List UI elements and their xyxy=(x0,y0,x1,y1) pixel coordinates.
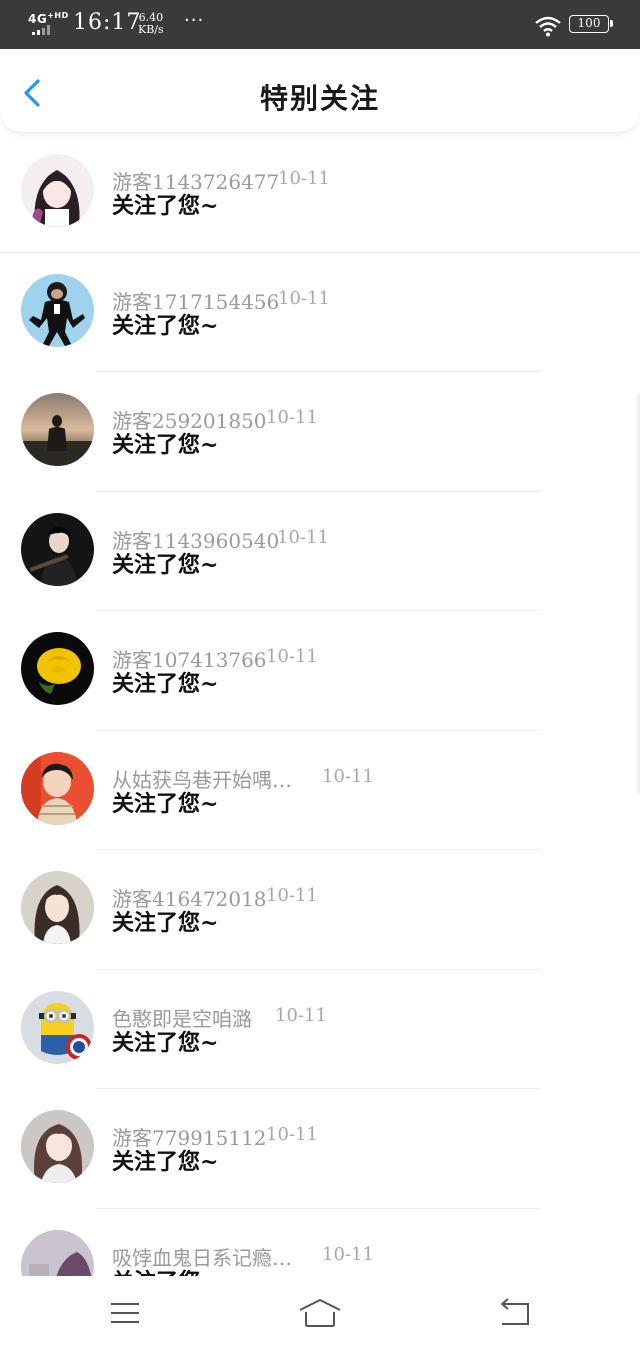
list-item[interactable]: 色憨即是空咱潞 10-11 关注了您~ xyxy=(0,970,640,1089)
list-item[interactable]: 游客1143960540 10-11 关注了您~ xyxy=(0,492,640,611)
follow-message: 关注了您~ xyxy=(112,1264,218,1277)
follow-date: 10-11 xyxy=(266,1124,318,1145)
list-item[interactable]: 游客779915112 10-11 关注了您~ xyxy=(0,1089,640,1209)
follow-message: 关注了您~ xyxy=(112,671,219,697)
list-item[interactable]: 吸饽血鬼日系记瘾… 10-11 关注了您~ xyxy=(0,1209,640,1277)
list-item[interactable]: 游客259201850 10-11 关注了您~ xyxy=(0,372,640,492)
follow-date: 10-11 xyxy=(266,407,318,428)
follow-message: 关注了您~ xyxy=(112,1149,219,1175)
follow-message: 关注了您~ xyxy=(112,790,219,817)
list-item[interactable]: 游客107413766 10-11 关注了您~ xyxy=(0,611,640,731)
status-time: 16:17 xyxy=(73,10,142,35)
list-item[interactable]: 游客1143726477 10-11 关注了您~ xyxy=(0,133,640,253)
girl-photo-avatar-icon xyxy=(21,1110,94,1183)
anime-girl-avatar-icon xyxy=(21,154,94,227)
avatar[interactable] xyxy=(21,512,94,586)
follow-date: 10-11 xyxy=(275,1004,327,1026)
dark-portrait-avatar-icon xyxy=(21,512,94,586)
status-bar: 4G+HD 16:17 6.40 KB/s ··· 100 xyxy=(0,0,640,49)
menu-icon xyxy=(111,1303,139,1323)
follow-date: 10-11 xyxy=(278,287,330,309)
avatar[interactable] xyxy=(21,393,94,466)
follow-list: 游客1143726477 10-11 关注了您~ 游客1717154456 10… xyxy=(0,133,640,1276)
list-item[interactable]: 从姑获鸟巷开始喁… 10-11 关注了您~ xyxy=(0,731,640,850)
avatar[interactable] xyxy=(21,990,94,1064)
sunset-figure-avatar-icon xyxy=(21,393,94,466)
minion-avatar-icon xyxy=(21,990,94,1064)
avatar[interactable] xyxy=(21,1229,94,1276)
follow-date: 10-11 xyxy=(266,646,318,667)
avatar[interactable] xyxy=(21,632,94,705)
monkey-avatar-icon xyxy=(21,273,94,347)
follow-date: 10-11 xyxy=(278,168,330,189)
app-header: 特别关注 xyxy=(0,49,640,133)
follow-message: 关注了您~ xyxy=(112,432,219,458)
home-icon xyxy=(299,1299,341,1327)
battery-icon: 100 xyxy=(569,15,613,33)
list-item[interactable]: 游客1717154456 10-11 关注了您~ xyxy=(0,253,640,372)
network-indicator: 4G+HD xyxy=(28,11,69,26)
speed-unit: KB/s xyxy=(138,23,164,36)
yellow-rose-avatar-icon xyxy=(21,632,94,705)
network-hd: +HD xyxy=(47,11,69,20)
follow-message: 关注了您~ xyxy=(112,1029,219,1056)
follow-date: 10-11 xyxy=(266,885,318,906)
avatar[interactable] xyxy=(21,1110,94,1183)
avatar[interactable] xyxy=(21,871,94,944)
girl-portrait-avatar-icon xyxy=(21,871,94,944)
follow-message: 关注了您~ xyxy=(112,193,219,219)
signal-icon xyxy=(32,25,62,35)
avatar[interactable] xyxy=(21,751,94,825)
partial-avatar-icon xyxy=(21,1229,94,1276)
follow-date: 10-11 xyxy=(322,1243,374,1265)
follow-message: 关注了您~ xyxy=(112,910,219,936)
menu-button[interactable] xyxy=(108,1296,142,1334)
child-avatar-icon xyxy=(21,751,94,825)
follow-message: 关注了您~ xyxy=(112,551,219,578)
network-type: 4G xyxy=(28,12,48,26)
avatar[interactable] xyxy=(21,273,94,347)
home-button[interactable] xyxy=(298,1296,342,1334)
follow-date: 10-11 xyxy=(277,526,329,548)
avatar[interactable] xyxy=(21,154,94,227)
more-notifications: ··· xyxy=(184,10,205,31)
system-back-button[interactable] xyxy=(496,1296,532,1334)
follow-date: 10-11 xyxy=(322,765,374,787)
wifi-icon xyxy=(535,16,561,37)
back-icon xyxy=(501,1298,529,1325)
page-title: 特别关注 xyxy=(259,82,380,115)
network-speed: 6.40 KB/s xyxy=(138,12,164,36)
list-item[interactable]: 游客416472018 10-11 关注了您~ xyxy=(0,850,640,970)
follow-message: 关注了您~ xyxy=(112,312,219,339)
bottom-nav-bar xyxy=(0,1276,640,1351)
